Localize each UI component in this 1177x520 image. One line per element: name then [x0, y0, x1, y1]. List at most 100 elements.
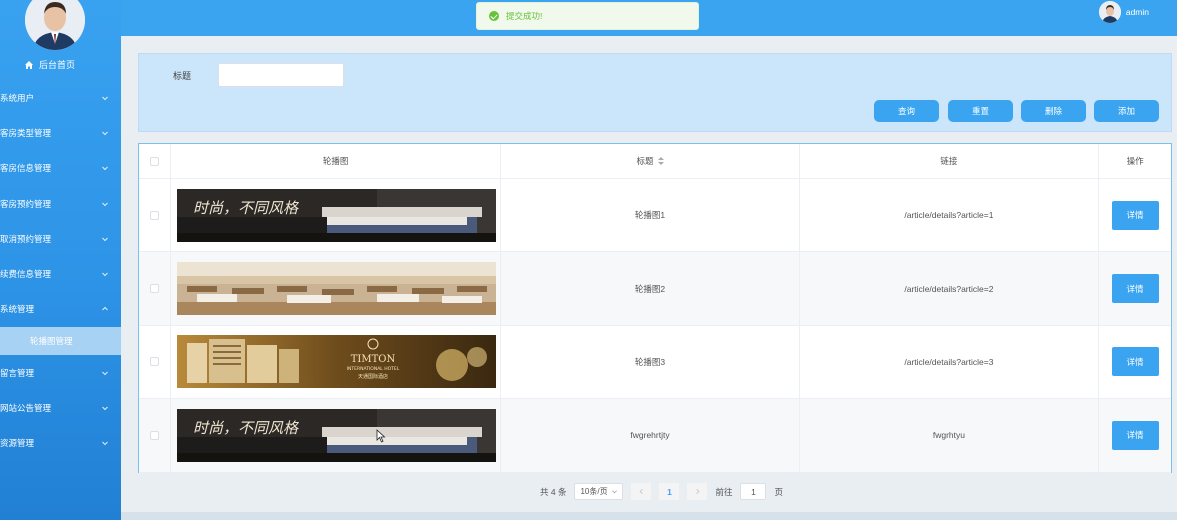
column-header-label: 操作: [1126, 156, 1144, 166]
carousel-table: 轮播图 标题 链接 操作 时尚，不同风格 轮播图1 /article/detai…: [138, 143, 1172, 473]
query-button[interactable]: 查询: [874, 100, 939, 122]
sidebar-item-system-management[interactable]: 系统管理: [0, 292, 121, 327]
sidebar-item-cancel-booking[interactable]: 取消预约管理: [0, 221, 121, 256]
sidebar-item-room-types[interactable]: 客房类型管理: [0, 115, 121, 150]
svg-text:时尚，不同风格: 时尚，不同风格: [193, 419, 299, 437]
column-header-label: 轮播图: [322, 156, 349, 166]
sidebar-item-label: 网站公告管理: [0, 403, 52, 414]
sidebar-item-label: 客房信息管理: [0, 163, 52, 174]
reset-button[interactable]: 重置: [948, 100, 1013, 122]
image-cell: 时尚，不同风格: [171, 179, 502, 252]
column-header-actions: 操作: [1099, 144, 1171, 178]
page-size-select[interactable]: 10条/页: [574, 483, 624, 500]
svg-text:时尚，不同风格: 时尚，不同风格: [193, 199, 299, 217]
chevron-down-icon: [102, 131, 108, 136]
carousel-image-hotel: TIMTON INTERNATIONAL HOTEL 天通国际酒店: [176, 335, 496, 389]
link-cell: fwgrhtyu: [800, 399, 1100, 472]
row-checkbox[interactable]: [149, 357, 159, 367]
column-header-link: 链接: [800, 144, 1100, 178]
table-row: 轮播图2 /article/details?article=2 详情: [139, 252, 1171, 326]
select-all-checkbox[interactable]: [149, 156, 159, 166]
sidebar-item-room-booking[interactable]: 客房预约管理: [0, 186, 121, 221]
row-checkbox-cell: [139, 252, 171, 325]
detail-button[interactable]: 详情: [1111, 200, 1159, 230]
column-header-label: 标题: [636, 156, 654, 166]
chevron-down-icon: [102, 441, 108, 446]
add-button[interactable]: 添加: [1094, 100, 1159, 122]
goto-label: 前往: [715, 486, 733, 497]
chevron-down-icon: [102, 406, 108, 411]
sidebar-item-room-info[interactable]: 客房信息管理: [0, 151, 121, 186]
chevron-up-icon: [102, 307, 108, 311]
row-checkbox[interactable]: [149, 284, 159, 294]
link-cell: /article/details?article=2: [800, 252, 1100, 325]
username: admin: [1125, 7, 1149, 17]
carousel-image-bedroom: 时尚，不同风格: [176, 408, 496, 462]
sidebar-item-system-users[interactable]: 系统用户: [0, 80, 121, 115]
sidebar-item-label: 续费信息管理: [0, 269, 52, 280]
total-count: 共 4 条: [540, 486, 567, 497]
sidebar-item-announcements[interactable]: 网站公告管理: [0, 390, 121, 425]
svg-text:TIMTON: TIMTON: [351, 354, 396, 365]
sidebar-item-label: 客房类型管理: [0, 127, 52, 138]
title-filter-label: 标题: [173, 71, 192, 81]
actions-cell: 详情: [1099, 252, 1171, 324]
sidebar-item-resources[interactable]: 资源管理: [0, 426, 121, 461]
row-checkbox-cell: [139, 399, 171, 472]
sidebar-subitem-label: 轮播图管理: [30, 336, 73, 347]
sidebar-item-label: 系统用户: [0, 92, 35, 103]
bottom-bar: [121, 512, 1177, 520]
sort-icon[interactable]: [657, 157, 664, 165]
next-page-button[interactable]: [687, 483, 708, 500]
actions-cell: 详情: [1099, 326, 1171, 398]
chevron-right-icon: [696, 489, 700, 494]
user-avatar: [1098, 1, 1121, 23]
mouse-cursor-icon: [376, 429, 386, 443]
table-row: TIMTON INTERNATIONAL HOTEL 天通国际酒店 轮播图3 /…: [139, 325, 1171, 400]
home-link[interactable]: 后台首页: [24, 58, 75, 71]
title-cell: fwgrehrtjty: [501, 399, 800, 472]
chevron-down-icon: [102, 237, 108, 242]
detail-button[interactable]: 详情: [1111, 420, 1159, 450]
row-checkbox[interactable]: [149, 430, 159, 440]
table-header: 轮播图 标题 链接 操作: [139, 144, 1171, 179]
page-number[interactable]: 1: [659, 483, 680, 500]
prev-page-button[interactable]: [631, 483, 652, 500]
carousel-image-restaurant: [176, 262, 496, 316]
link-cell: /article/details?article=3: [800, 325, 1100, 399]
detail-button[interactable]: 详情: [1111, 274, 1159, 304]
success-toast: 提交成功!: [476, 2, 699, 30]
home-label: 后台首页: [39, 60, 76, 70]
sidebar-item-label: 留言管理: [0, 367, 35, 378]
sidebar-item-renewal[interactable]: 续费信息管理: [0, 256, 121, 291]
title-cell: 轮播图2: [501, 252, 800, 325]
goto-page-input[interactable]: 1: [740, 483, 767, 500]
sidebar-item-label: 取消预约管理: [0, 233, 52, 244]
carousel-image-bedroom: 时尚，不同风格: [176, 188, 496, 242]
page-size-value: 10条/页: [580, 487, 608, 496]
page-suffix: 页: [774, 486, 783, 497]
check-circle-icon: [489, 11, 499, 21]
detail-button[interactable]: 详情: [1111, 347, 1159, 377]
actions-cell: 详情: [1099, 399, 1171, 471]
svg-text:INTERNATIONAL HOTEL: INTERNATIONAL HOTEL: [347, 366, 400, 372]
sidebar-menu: 系统用户 客房类型管理 客房信息管理 客房预约管理 取消预约管理 续费信息管理 …: [0, 80, 121, 461]
user-menu[interactable]: admin: [1098, 0, 1149, 24]
chevron-down-icon: [102, 166, 108, 171]
row-checkbox[interactable]: [149, 210, 159, 220]
column-header-label: 链接: [940, 156, 958, 166]
sidebar-item-label: 客房预约管理: [0, 198, 52, 209]
image-cell: 时尚，不同风格: [171, 399, 502, 472]
actions-cell: 详情: [1099, 179, 1171, 251]
delete-button[interactable]: 删除: [1021, 100, 1086, 122]
chevron-left-icon: [639, 489, 643, 494]
column-header-title[interactable]: 标题: [501, 144, 800, 178]
title-filter-input[interactable]: [218, 63, 344, 87]
sidebar-subitem-carousel[interactable]: 轮播图管理: [0, 327, 121, 356]
home-icon: [25, 60, 33, 69]
sidebar-item-label: 系统管理: [0, 304, 35, 315]
title-cell: 轮播图3: [501, 325, 800, 399]
chevron-down-icon: [102, 96, 108, 100]
sidebar-item-messages[interactable]: 留言管理: [0, 355, 121, 390]
image-cell: TIMTON INTERNATIONAL HOTEL 天通国际酒店: [171, 325, 502, 399]
